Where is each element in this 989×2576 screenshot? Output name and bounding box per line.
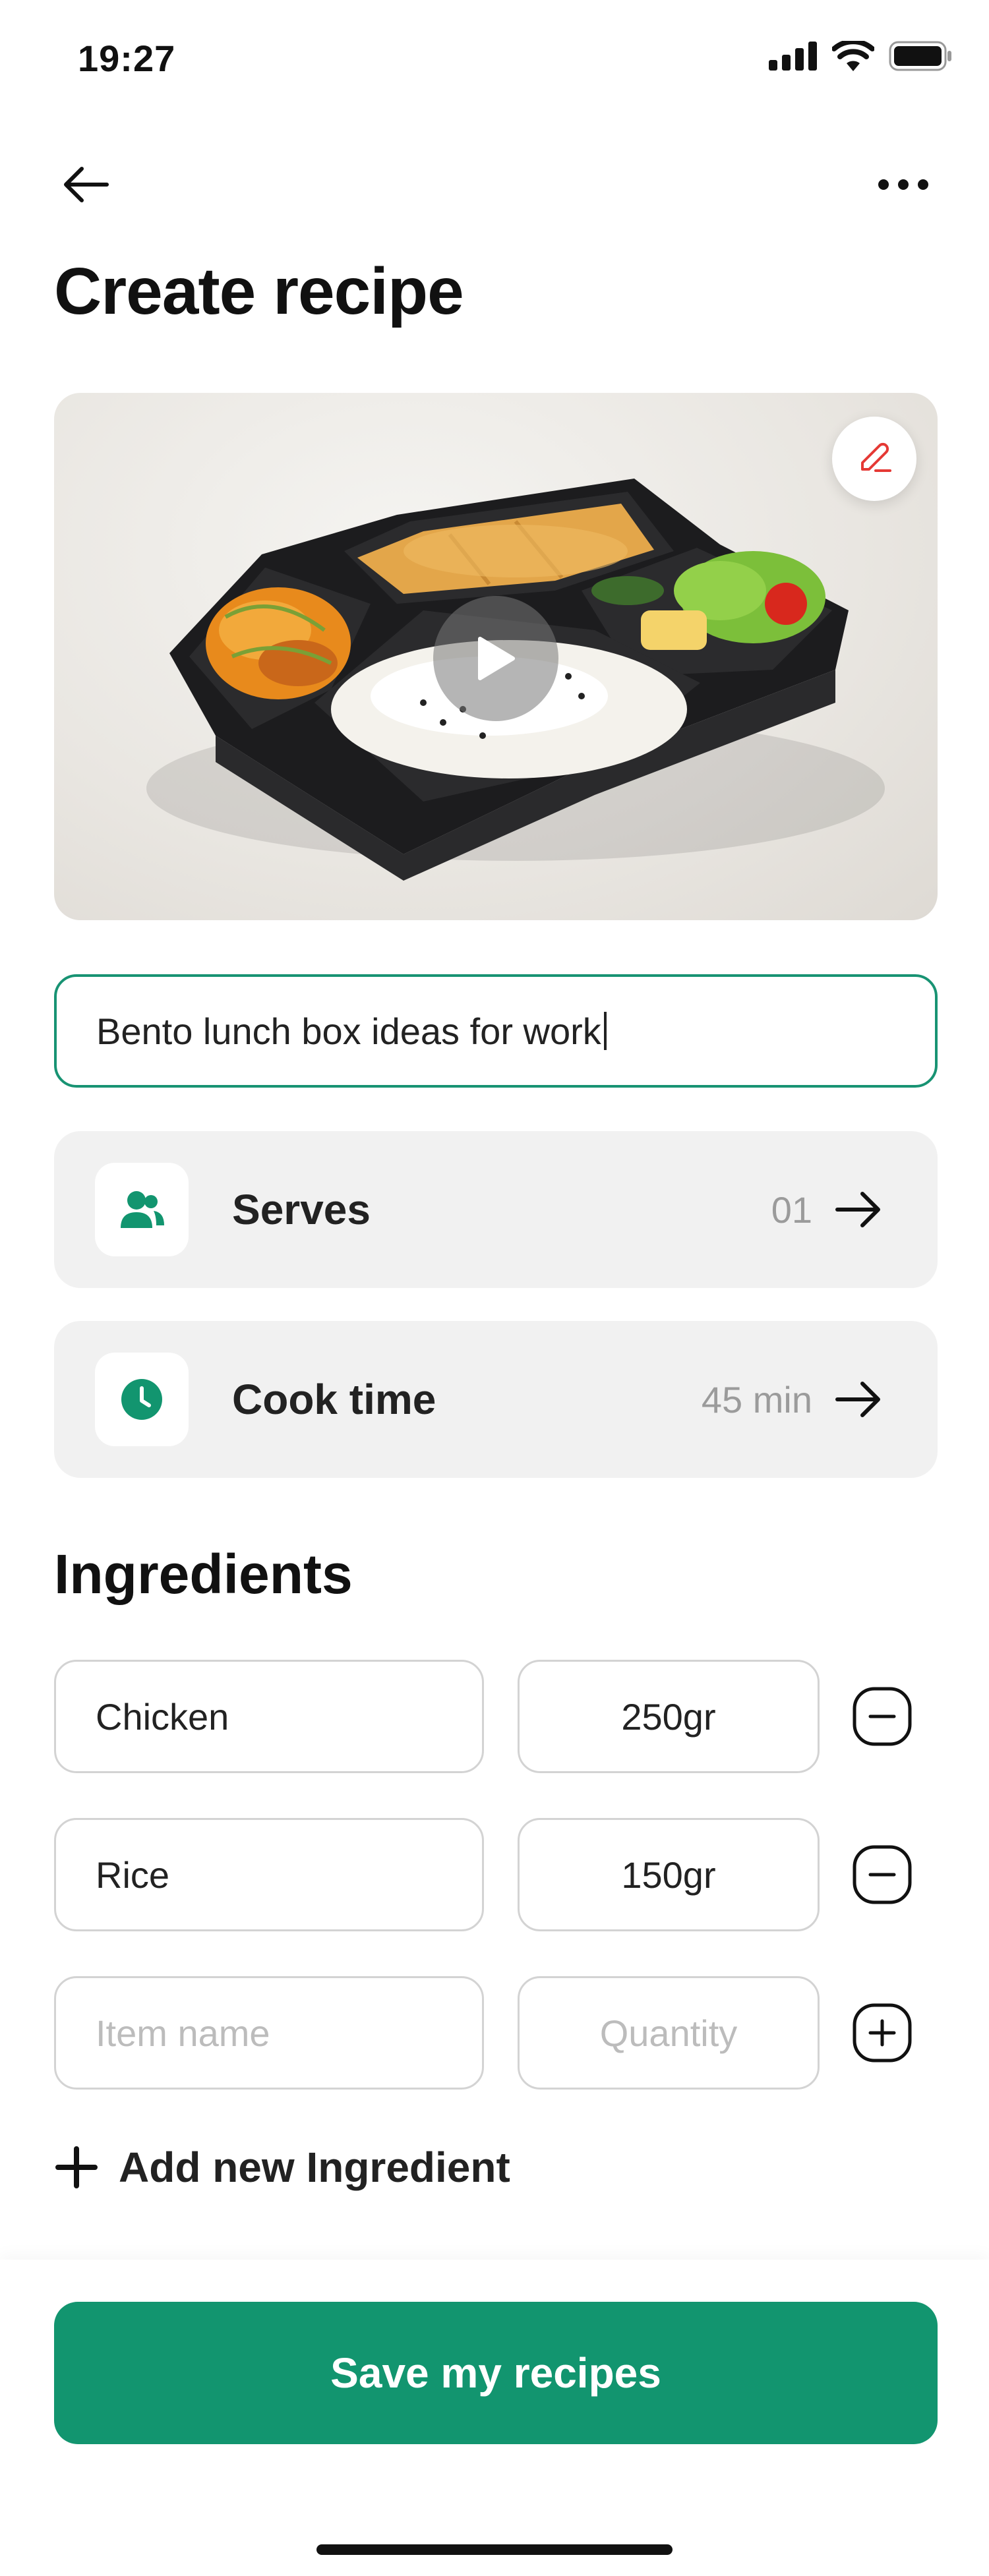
quantity-input[interactable]: Quantity bbox=[518, 1976, 820, 2090]
more-horizontal-icon bbox=[878, 179, 928, 190]
ingredient-row: Rice 150gr bbox=[54, 1818, 938, 1931]
pencil-icon bbox=[861, 442, 891, 472]
recipe-name-input[interactable]: Bento lunch box ideas for work bbox=[54, 974, 938, 1088]
bottom-bar: Save my recipes bbox=[0, 2260, 989, 2576]
ingredient-quantity-input[interactable]: 250gr bbox=[518, 1660, 820, 1773]
back-button[interactable] bbox=[54, 153, 117, 216]
top-nav bbox=[0, 145, 989, 211]
serves-row[interactable]: Serves 01 bbox=[54, 1131, 938, 1288]
ingredient-name-input[interactable]: Chicken bbox=[54, 1660, 484, 1773]
status-icons bbox=[769, 41, 952, 71]
add-icon bbox=[55, 2146, 98, 2188]
save-recipes-button[interactable]: Save my recipes bbox=[54, 2302, 938, 2444]
cook-time-value: 45 min bbox=[701, 1378, 812, 1420]
cook-time-icon-box bbox=[95, 1353, 189, 1446]
ingredient-name-input[interactable]: Rice bbox=[54, 1818, 484, 1931]
serves-value: 01 bbox=[771, 1188, 812, 1231]
people-icon bbox=[121, 1191, 164, 1228]
add-ingredient-button[interactable]: Add new Ingredient bbox=[54, 2128, 510, 2207]
recipe-media[interactable] bbox=[54, 393, 938, 920]
ingredients-title: Ingredients bbox=[54, 1543, 353, 1605]
remove-ingredient-button[interactable] bbox=[849, 1842, 915, 1908]
item-name-input[interactable]: Item name bbox=[54, 1976, 484, 2090]
page-title: Create recipe bbox=[54, 254, 464, 328]
play-button[interactable] bbox=[433, 596, 558, 721]
cook-time-label: Cook time bbox=[232, 1376, 436, 1423]
confirm-ingredient-button[interactable] bbox=[849, 2000, 915, 2066]
add-ingredient-label: Add new Ingredient bbox=[119, 2144, 510, 2191]
edit-media-button[interactable] bbox=[832, 417, 916, 501]
cook-time-arrow bbox=[825, 1366, 891, 1432]
arrow-right-icon bbox=[835, 1382, 880, 1417]
recipe-name-value: Bento lunch box ideas for work bbox=[96, 1010, 601, 1052]
ingredient-row: Chicken 250gr bbox=[54, 1660, 938, 1773]
remove-ingredient-button[interactable] bbox=[849, 1683, 915, 1749]
plus-icon bbox=[853, 2003, 912, 2063]
status-time: 19:27 bbox=[78, 38, 176, 79]
serves-icon-box bbox=[95, 1163, 189, 1256]
text-caret bbox=[603, 1012, 607, 1050]
wifi-icon bbox=[832, 41, 874, 71]
more-options-button[interactable] bbox=[872, 153, 935, 216]
clock-icon bbox=[121, 1379, 162, 1420]
battery-icon bbox=[889, 41, 951, 71]
cook-time-row[interactable]: Cook time 45 min bbox=[54, 1321, 938, 1478]
serves-label: Serves bbox=[232, 1186, 371, 1233]
home-indicator bbox=[316, 2544, 673, 2555]
signal-icon bbox=[769, 42, 817, 71]
minus-icon bbox=[853, 1687, 912, 1746]
new-ingredient-row: Item name Quantity bbox=[54, 1976, 938, 2090]
ingredient-quantity-input[interactable]: 150gr bbox=[518, 1818, 820, 1931]
serves-arrow bbox=[825, 1177, 891, 1243]
arrow-left-icon bbox=[64, 167, 109, 202]
status-bar: 19:27 bbox=[0, 0, 989, 119]
minus-icon bbox=[853, 1845, 912, 1904]
play-icon bbox=[478, 637, 515, 680]
arrow-right-icon bbox=[835, 1192, 880, 1227]
